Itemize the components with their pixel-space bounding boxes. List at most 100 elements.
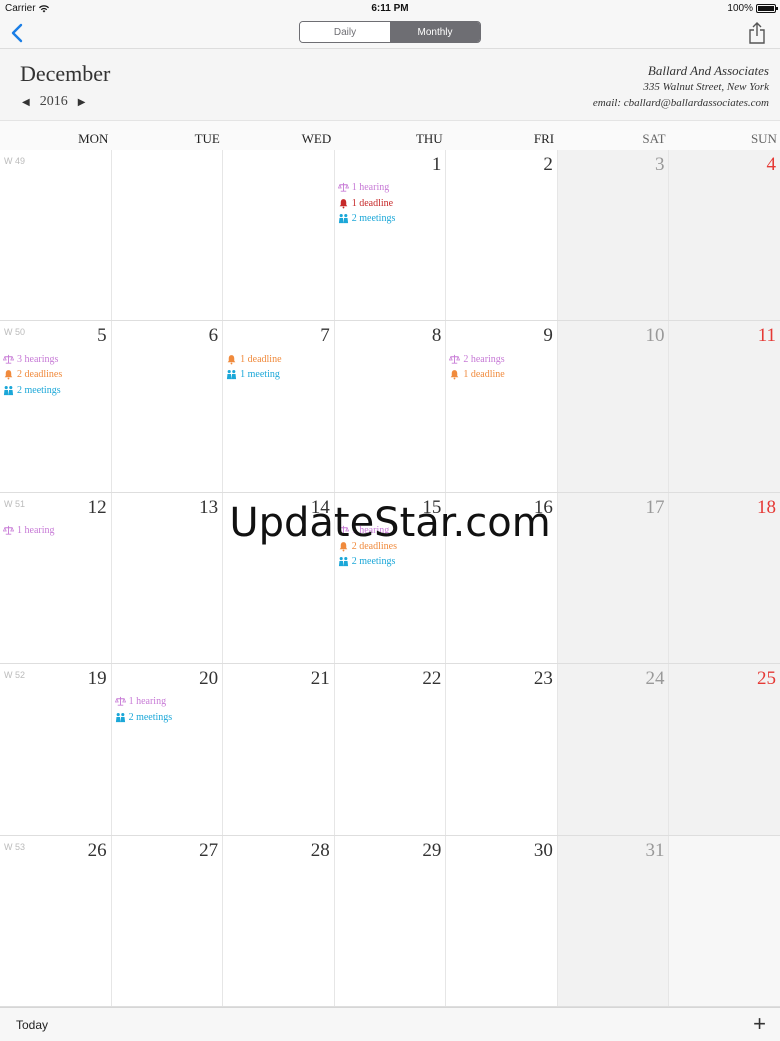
event-summary-hearing[interactable]: 2 hearings bbox=[449, 351, 505, 367]
calendar-day-cell[interactable]: 16 bbox=[446, 492, 558, 664]
calendar-day-cell[interactable]: W 51 12 1 hearing bbox=[0, 492, 112, 664]
event-summary-list: 3 hearings 2 deadlines 2 meetings bbox=[3, 351, 62, 398]
day-number: 7 bbox=[320, 325, 330, 347]
calendar-day-cell[interactable]: 3 bbox=[557, 150, 670, 321]
weekday-header: MON TUE WED THU FRI SAT SUN bbox=[0, 120, 780, 150]
event-summary-meeting[interactable]: 2 meetings bbox=[338, 211, 395, 227]
event-summary-meeting[interactable]: 2 meetings bbox=[3, 382, 62, 398]
day-number: 22 bbox=[422, 668, 442, 690]
people-icon bbox=[338, 213, 349, 224]
calendar-day-cell[interactable]: 1 1 hearing 1 deadline 2 meetings bbox=[334, 150, 447, 321]
calendar-day-cell[interactable]: 31 bbox=[557, 835, 670, 1006]
event-summary-meeting[interactable]: 2 meetings bbox=[338, 554, 397, 570]
day-number: 11 bbox=[757, 325, 777, 347]
event-summary-deadline[interactable]: 1 deadline bbox=[338, 196, 396, 212]
day-number: 12 bbox=[87, 496, 107, 518]
calendar-day-cell[interactable]: 8 bbox=[334, 321, 447, 492]
people-icon bbox=[115, 712, 126, 723]
calendar-day-cell[interactable]: 28 bbox=[223, 835, 335, 1006]
weekday-label: MON bbox=[78, 131, 109, 146]
event-summary-hearing[interactable]: 1 hearing bbox=[337, 180, 396, 196]
event-summary-deadline[interactable]: 2 deadlines bbox=[3, 367, 62, 383]
people-icon bbox=[3, 385, 14, 396]
event-summary-hearing[interactable]: 1 hearing bbox=[3, 523, 55, 539]
calendar-day-cell[interactable]: 4 bbox=[669, 150, 780, 321]
firm-info: Ballard And Associates 335 Walnut Street… bbox=[593, 63, 769, 111]
week-number-label: W 53 bbox=[4, 841, 26, 852]
calendar-day-cell[interactable]: 7 1 deadline 1 meeting bbox=[223, 321, 335, 492]
segment-monthly[interactable]: Monthly bbox=[390, 22, 480, 42]
event-summary-text: 2 meetings bbox=[128, 711, 173, 723]
day-number: 4 bbox=[766, 154, 777, 175]
event-summary-hearing[interactable]: 1 hearing bbox=[337, 523, 397, 539]
calendar-day-cell[interactable]: 2 bbox=[446, 150, 558, 321]
back-chevron-icon[interactable] bbox=[8, 22, 28, 44]
day-number: 21 bbox=[310, 668, 330, 690]
scales-icon bbox=[449, 354, 461, 365]
calendar-day-cell[interactable]: 25 bbox=[669, 664, 780, 835]
nav-bar: Daily Monthly bbox=[0, 18, 780, 48]
event-summary-deadline[interactable]: 1 deadline bbox=[449, 367, 505, 383]
calendar-day-cell[interactable]: 30 bbox=[446, 835, 558, 1006]
calendar-day-cell[interactable]: 20 1 hearing 2 meetings bbox=[111, 664, 224, 835]
calendar-day-cell[interactable]: 11 bbox=[669, 321, 780, 492]
share-icon[interactable] bbox=[748, 21, 766, 45]
calendar-day-cell[interactable]: 27 bbox=[111, 835, 224, 1006]
day-number: 10 bbox=[645, 325, 665, 347]
calendar-day-cell[interactable]: W 49 bbox=[0, 150, 112, 321]
segment-daily[interactable]: Daily bbox=[300, 22, 390, 42]
calendar-day-cell[interactable] bbox=[669, 835, 780, 1006]
day-number: 31 bbox=[645, 839, 665, 861]
calendar-day-cell[interactable]: 15 1 hearing 2 deadlines 2 meetings bbox=[334, 492, 447, 664]
event-summary-text: 2 deadlines bbox=[351, 540, 397, 552]
calendar-day-cell[interactable]: 10 bbox=[557, 321, 670, 492]
add-event-button[interactable]: + bbox=[753, 1013, 766, 1035]
calendar-day-cell[interactable]: 24 bbox=[557, 664, 670, 835]
calendar-day-cell[interactable]: W 50 5 3 hearings 2 deadlines 2 meetings bbox=[0, 321, 112, 492]
calendar-day-cell[interactable]: 18 bbox=[669, 492, 780, 664]
calendar-day-cell[interactable]: 14 bbox=[223, 492, 335, 664]
calendar-day-cell[interactable]: W 52 19 bbox=[0, 664, 112, 835]
bell-icon bbox=[338, 198, 349, 209]
calendar-day-cell[interactable]: 17 bbox=[557, 492, 670, 664]
weekday-label: FRI bbox=[533, 131, 555, 146]
event-summary-meeting[interactable]: 1 meeting bbox=[226, 367, 281, 383]
weekday-label: WED bbox=[301, 131, 332, 146]
week-number-label: W 50 bbox=[4, 327, 26, 338]
bottom-toolbar: Today + bbox=[0, 1007, 780, 1041]
event-summary-hearing[interactable]: 3 hearings bbox=[3, 351, 62, 367]
calendar-day-cell[interactable] bbox=[223, 150, 335, 321]
day-number: 8 bbox=[431, 325, 442, 347]
calendar-day-cell[interactable]: W 53 26 bbox=[0, 835, 112, 1006]
day-number: 27 bbox=[199, 839, 219, 861]
calendar-day-cell[interactable]: 22 bbox=[334, 664, 447, 835]
battery-percent: 100% bbox=[727, 3, 753, 14]
firm-address: 335 Walnut Street, New York bbox=[643, 81, 769, 93]
prev-year-arrow-icon[interactable]: ◀ bbox=[20, 97, 32, 108]
event-summary-deadline[interactable]: 2 deadlines bbox=[338, 538, 397, 554]
event-summary-deadline[interactable]: 1 deadline bbox=[226, 351, 282, 367]
calendar-day-cell[interactable]: 21 bbox=[223, 664, 335, 835]
year-selector: ◀ 2016 ▶ bbox=[20, 94, 87, 110]
weekday-label: TUE bbox=[194, 131, 220, 146]
view-mode-segmented-control: Daily Monthly bbox=[299, 21, 481, 43]
calendar-day-cell[interactable]: 13 bbox=[111, 492, 224, 664]
event-summary-hearing[interactable]: 1 hearing bbox=[114, 694, 173, 710]
calendar-day-cell[interactable] bbox=[111, 150, 224, 321]
event-summary-text: 2 meetings bbox=[351, 556, 396, 568]
day-number: 15 bbox=[422, 496, 442, 518]
event-summary-list: 1 hearing 1 deadline 2 meetings bbox=[337, 180, 396, 227]
event-summary-list: 1 hearing bbox=[3, 523, 55, 539]
battery-indicator: 100% bbox=[727, 3, 778, 14]
day-number: 2 bbox=[543, 154, 553, 175]
week-number-label: W 49 bbox=[4, 156, 26, 166]
calendar-day-cell[interactable]: 29 bbox=[334, 835, 447, 1006]
calendar-day-cell[interactable]: 9 2 hearings 1 deadline bbox=[446, 321, 558, 492]
calendar-day-cell[interactable]: 6 bbox=[111, 321, 224, 492]
day-number: 6 bbox=[208, 325, 219, 347]
today-button[interactable]: Today bbox=[16, 1018, 48, 1032]
calendar-week-row: W 53 26 27 28 29 30 31 bbox=[0, 835, 780, 1007]
next-year-arrow-icon[interactable]: ▶ bbox=[76, 97, 88, 108]
event-summary-meeting[interactable]: 2 meetings bbox=[115, 710, 173, 726]
calendar-day-cell[interactable]: 23 bbox=[446, 664, 558, 835]
